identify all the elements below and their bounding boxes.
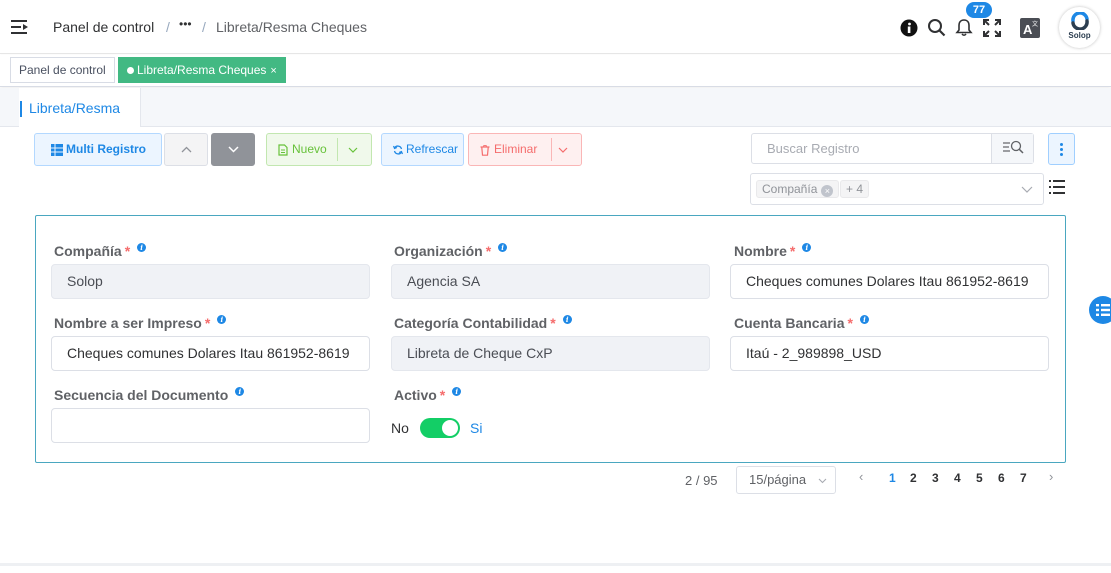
- tags-view: Panel de control Libreta/Resma Cheques ×: [0, 55, 1111, 87]
- refresh-icon: [393, 145, 403, 155]
- tag-label: Panel de control: [19, 63, 106, 77]
- switch-off-label: No: [391, 420, 409, 436]
- info-icon[interactable]: i: [217, 315, 227, 324]
- active-dot-icon: [127, 67, 134, 74]
- next-page-button[interactable]: ›: [1049, 469, 1053, 484]
- search-box: [751, 133, 1034, 164]
- info-icon[interactable]: i: [859, 315, 869, 324]
- field-label: Organización * i: [394, 243, 508, 259]
- close-icon[interactable]: ×: [821, 185, 834, 197]
- search-input[interactable]: [753, 135, 991, 162]
- tag-libreta-resma-cheques[interactable]: Libreta/Resma Cheques ×: [118, 57, 286, 83]
- logo-text: Solop: [1068, 31, 1091, 40]
- info-icon[interactable]: i: [562, 315, 572, 324]
- record-count: 2 / 95: [685, 473, 718, 488]
- organization-field[interactable]: Agencia SA: [391, 264, 710, 299]
- solop-logo-icon: [1071, 12, 1089, 30]
- page-number[interactable]: 4: [954, 471, 961, 485]
- field-label: Categoría Contabilidad * i: [394, 315, 572, 331]
- switch-on-label: Si: [470, 420, 483, 436]
- info-icon[interactable]: i: [235, 387, 245, 396]
- field-label: Nombre a ser Impreso * i: [54, 315, 227, 331]
- filter-chip: Compañía ×: [756, 180, 840, 198]
- more-options-button[interactable]: [1048, 133, 1075, 165]
- tab-label: Libreta/Resma: [29, 100, 121, 116]
- page-number[interactable]: 1: [889, 471, 896, 485]
- tab-libreta-resma[interactable]: Libreta/Resma: [19, 88, 141, 127]
- chevron-down-icon[interactable]: [348, 147, 358, 153]
- active-toggle[interactable]: [420, 418, 460, 438]
- accounting-category-field[interactable]: Libreta de Cheque CxP: [391, 336, 710, 371]
- avatar[interactable]: Solop: [1059, 7, 1100, 48]
- prev-page-button[interactable]: ‹: [859, 469, 863, 484]
- breadcrumb-current: Libreta/Resma Cheques: [216, 19, 367, 35]
- refresh-button[interactable]: Refrescar: [381, 133, 464, 166]
- info-icon[interactable]: i: [452, 387, 462, 396]
- filter-select[interactable]: Compañía × + 4: [750, 173, 1044, 205]
- side-panel-toggle-button[interactable]: [1089, 296, 1111, 324]
- document-icon: [278, 144, 288, 156]
- search-icon[interactable]: [927, 18, 946, 37]
- chevron-down-icon: [818, 478, 827, 484]
- field-label: Nombre * i: [734, 243, 812, 259]
- list-details-icon: [1096, 304, 1110, 316]
- notification-badge: 77: [966, 2, 992, 18]
- field-label: Activo * i: [394, 387, 462, 403]
- translate-icon[interactable]: A 文: [1020, 18, 1040, 38]
- menu-icon[interactable]: [11, 19, 29, 35]
- breadcrumb-more[interactable]: •••: [179, 17, 192, 31]
- page-size-select[interactable]: 15/página: [736, 466, 836, 494]
- field-label: Cuenta Bancaria * i: [734, 315, 869, 331]
- chevron-up-icon: [181, 146, 192, 153]
- page-number[interactable]: 2: [910, 471, 917, 485]
- filter-more-chip: + 4: [840, 180, 870, 198]
- document-sequence-field[interactable]: [51, 408, 370, 443]
- search-list-icon: [1003, 140, 1024, 154]
- trash-icon: [480, 145, 490, 156]
- chevron-down-icon[interactable]: [558, 147, 568, 153]
- chevron-down-icon: [228, 146, 239, 153]
- chevron-down-icon: [1021, 186, 1033, 193]
- bank-account-field[interactable]: Itaú - 2_989898_USD: [730, 336, 1049, 371]
- breadcrumb-dashboard[interactable]: Panel de control: [53, 19, 154, 35]
- tag-label: Libreta/Resma Cheques: [137, 63, 267, 77]
- next-record-button[interactable]: [211, 133, 255, 166]
- search-button[interactable]: [991, 134, 1033, 163]
- footer-divider: [0, 563, 1111, 566]
- breadcrumb-separator: /: [166, 19, 170, 35]
- name-field[interactable]: Cheques comunes Dolares Itau 861952-8619: [730, 264, 1049, 299]
- top-navbar: Panel de control / ••• / Libreta/Resma C…: [0, 0, 1111, 54]
- table-icon: [51, 144, 63, 156]
- info-icon[interactable]: i: [137, 243, 147, 252]
- previous-record-button[interactable]: [164, 133, 208, 166]
- tag-dashboard[interactable]: Panel de control: [10, 57, 115, 83]
- svg-text:文: 文: [1032, 20, 1038, 28]
- column-list-icon[interactable]: [1049, 180, 1065, 194]
- new-button[interactable]: Nuevo: [266, 133, 372, 166]
- breadcrumb-separator: /: [202, 19, 206, 35]
- tabs-bar: Libreta/Resma: [0, 88, 1111, 127]
- info-icon[interactable]: i: [498, 243, 508, 252]
- info-icon[interactable]: i: [802, 243, 812, 252]
- delete-button[interactable]: Eliminar: [468, 133, 582, 166]
- print-name-field[interactable]: Cheques comunes Dolares Itau 861952-8619: [51, 336, 370, 371]
- field-label: Compañía * i: [54, 243, 147, 259]
- close-icon[interactable]: ×: [270, 65, 276, 77]
- page-number[interactable]: 3: [932, 471, 939, 485]
- info-icon[interactable]: [900, 19, 918, 37]
- field-label: Secuencia del Documento i: [54, 387, 245, 403]
- fullscreen-icon[interactable]: [983, 19, 1001, 37]
- company-field[interactable]: Solop: [51, 264, 370, 299]
- multi-record-button[interactable]: Multi Registro: [34, 133, 162, 166]
- bell-icon[interactable]: [955, 18, 973, 37]
- page-number[interactable]: 6: [998, 471, 1005, 485]
- page-number[interactable]: 7: [1020, 471, 1027, 485]
- page-number[interactable]: 5: [976, 471, 983, 485]
